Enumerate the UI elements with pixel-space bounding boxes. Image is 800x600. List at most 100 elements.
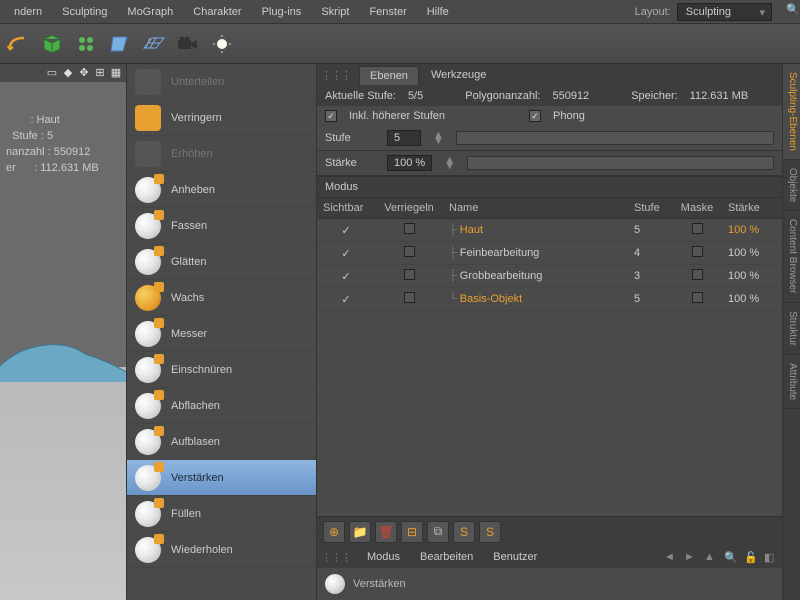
side-tab-sculpting[interactable]: Sculpting-Ebenen <box>783 64 800 160</box>
visible-checkbox[interactable]: ✓ <box>341 294 350 306</box>
lock-checkbox[interactable] <box>404 223 415 234</box>
copy-icon[interactable]: ⧉ <box>427 521 449 543</box>
layer-strength: 100 % <box>722 289 782 309</box>
brush-unterteilen[interactable]: Unterteilen <box>127 64 316 100</box>
layer-row[interactable]: ✓├Grobbearbeitung3100 % <box>317 265 782 288</box>
search-icon[interactable]: 🔍 <box>776 3 796 21</box>
search-icon[interactable]: 🔍 <box>724 551 740 564</box>
mask-checkbox[interactable] <box>692 246 703 257</box>
nav-fwd-icon[interactable]: ► <box>684 551 700 563</box>
side-tab-content[interactable]: Content Browser <box>783 211 800 302</box>
strength-field[interactable]: 100 % <box>387 155 432 171</box>
layer-action-icon[interactable]: ⊟ <box>401 521 423 543</box>
visible-checkbox[interactable]: ✓ <box>341 225 350 237</box>
layer-name: Basis-Objekt <box>460 293 522 305</box>
strength-slider[interactable] <box>467 156 774 170</box>
layer-name: Haut <box>460 224 483 236</box>
brush-icon <box>135 213 161 239</box>
nav-up-icon[interactable]: ▲ <box>704 551 720 563</box>
grip-icon[interactable]: ⋮⋮⋮ <box>321 69 351 82</box>
menu-icon[interactable]: ◧ <box>764 551 780 564</box>
tab-ebenen[interactable]: Ebenen <box>359 66 419 85</box>
layer-table: Sichtbar Verriegeln Name Stufe Maske Stä… <box>317 198 782 516</box>
tool-floor-icon[interactable] <box>140 30 168 58</box>
visible-checkbox[interactable]: ✓ <box>341 271 350 283</box>
menu-item[interactable]: Plug-ins <box>252 6 312 18</box>
mask-checkbox[interactable] <box>692 269 703 280</box>
brush-erhöhen[interactable]: Erhöhen <box>127 136 316 172</box>
tab-modus[interactable]: Modus <box>357 548 410 566</box>
stufe-field[interactable]: 5 <box>387 130 421 146</box>
menu-item[interactable]: Fenster <box>359 6 416 18</box>
stufe-slider[interactable] <box>456 131 774 145</box>
layer-s1-icon[interactable]: S <box>453 521 475 543</box>
tool-camera-icon[interactable] <box>174 30 202 58</box>
tab-benutzer[interactable]: Benutzer <box>483 548 547 566</box>
mask-checkbox[interactable] <box>692 292 703 303</box>
layer-row[interactable]: ✓├Feinbearbeitung4100 % <box>317 242 782 265</box>
layer-level: 5 <box>628 220 672 240</box>
brush-fassen[interactable]: Fassen <box>127 208 316 244</box>
viewport-mini-icons[interactable]: ▭◆✥⊞▦ <box>0 64 126 82</box>
layer-s2-icon[interactable]: S <box>479 521 501 543</box>
strength-row: Stärke 100 % ▲▼ <box>317 150 782 176</box>
spinner-icon[interactable]: ▲▼ <box>433 132 444 144</box>
lock-checkbox[interactable] <box>404 292 415 303</box>
brush-verstärken[interactable]: Verstärken <box>127 460 316 496</box>
lock-icon[interactable]: 🔓 <box>744 551 760 564</box>
tab-werkzeuge[interactable]: Werkzeuge <box>421 66 496 84</box>
menu-item[interactable]: Skript <box>311 6 359 18</box>
nav-back-icon[interactable]: ◄ <box>664 551 680 563</box>
menu-bar: ndern Sculpting MoGraph Charakter Plug-i… <box>0 0 800 24</box>
lock-checkbox[interactable] <box>404 269 415 280</box>
tool-light-icon[interactable] <box>208 30 236 58</box>
delete-icon[interactable]: 🗑 <box>375 521 397 543</box>
add-layer-icon[interactable]: ⊕ <box>323 521 345 543</box>
menu-item[interactable]: Charakter <box>183 6 251 18</box>
lock-checkbox[interactable] <box>404 246 415 257</box>
viewport-panel: ▭◆✥⊞▦ : Haut Stufe : 5 nanzahl : 550912 … <box>0 64 127 600</box>
visible-checkbox[interactable]: ✓ <box>341 248 350 260</box>
tool-deformer-icon[interactable] <box>106 30 134 58</box>
side-tab-objekte[interactable]: Objekte <box>783 160 800 211</box>
layer-row[interactable]: ✓├Haut5100 % <box>317 219 782 242</box>
brush-icon <box>135 321 161 347</box>
brush-icon <box>135 105 161 131</box>
side-tab-struktur[interactable]: Struktur <box>783 303 800 355</box>
mask-checkbox[interactable] <box>692 223 703 234</box>
tool-array-icon[interactable] <box>72 30 100 58</box>
brush-label: Wiederholen <box>171 544 233 556</box>
tab-bearbeiten[interactable]: Bearbeiten <box>410 548 483 566</box>
brush-messer[interactable]: Messer <box>127 316 316 352</box>
brush-abflachen[interactable]: Abflachen <box>127 388 316 424</box>
checkbox-phong[interactable]: ✓ <box>529 110 541 122</box>
brush-icon <box>135 537 161 563</box>
brush-label: Einschnüren <box>171 364 232 376</box>
brush-füllen[interactable]: Füllen <box>127 496 316 532</box>
brush-icon <box>135 249 161 275</box>
brush-aufblasen[interactable]: Aufblasen <box>127 424 316 460</box>
brush-wiederholen[interactable]: Wiederholen <box>127 532 316 568</box>
brush-label: Aufblasen <box>171 436 220 448</box>
brush-verringern[interactable]: Verringern <box>127 100 316 136</box>
layout-dropdown[interactable]: Sculpting <box>677 3 772 21</box>
folder-icon[interactable]: 📁 <box>349 521 371 543</box>
menu-item[interactable]: Sculpting <box>52 6 117 18</box>
menu-item[interactable]: ndern <box>4 6 52 18</box>
layer-row[interactable]: ✓└Basis-Objekt5100 % <box>317 288 782 311</box>
brush-anheben[interactable]: Anheben <box>127 172 316 208</box>
modus-header: Modus <box>317 176 782 198</box>
tool-cube-icon[interactable] <box>38 30 66 58</box>
grip-icon[interactable]: ⋮⋮⋮ <box>321 551 351 564</box>
brush-wachs[interactable]: Wachs <box>127 280 316 316</box>
spinner-icon[interactable]: ▲▼ <box>444 157 455 169</box>
brush-einschnüren[interactable]: Einschnüren <box>127 352 316 388</box>
menu-item[interactable]: MoGraph <box>117 6 183 18</box>
brush-glätten[interactable]: Glätten <box>127 244 316 280</box>
menu-item[interactable]: Hilfe <box>417 6 459 18</box>
checkbox-incl[interactable]: ✓ <box>325 110 337 122</box>
side-tab-attribute[interactable]: Attribute <box>783 355 800 409</box>
side-tab-strip: Sculpting-Ebenen Objekte Content Browser… <box>782 64 800 600</box>
viewport[interactable]: : Haut Stufe : 5 nanzahl : 550912 er : 1… <box>0 82 126 600</box>
tool-undo-icon[interactable] <box>4 30 32 58</box>
